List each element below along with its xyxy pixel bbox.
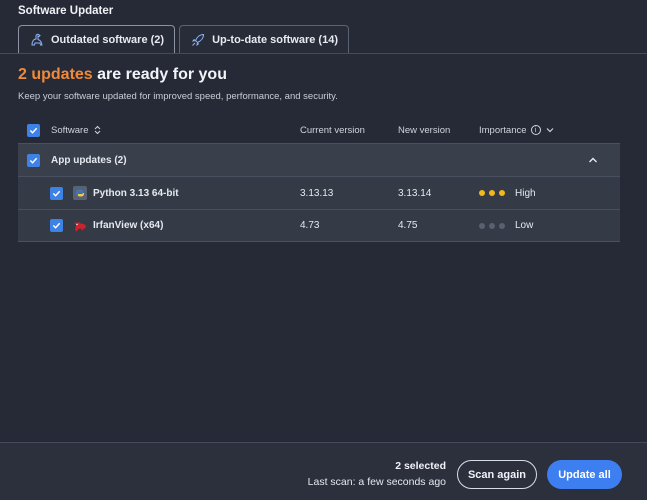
- group-row-app-updates[interactable]: App updates (2): [18, 143, 620, 176]
- irfanview-cat-icon: [74, 221, 86, 231]
- row-importance: High: [479, 188, 536, 199]
- importance-label: High: [515, 187, 536, 199]
- tab-up-to-date-label: Up-to-date software (14): [212, 33, 338, 46]
- page-headline: 2 updates are ready for you: [18, 66, 227, 84]
- info-icon[interactable]: i: [530, 125, 541, 135]
- headline-text: are ready for you: [92, 66, 227, 83]
- row-checkbox[interactable]: [50, 186, 63, 200]
- row-new-version: 3.13.14: [398, 187, 432, 199]
- importance-dot: [499, 190, 505, 196]
- tab-divider: [0, 53, 647, 54]
- importance-dot: [479, 222, 485, 229]
- row-current-version: 4.73: [300, 220, 320, 231]
- header-current-version: Current version: [300, 124, 365, 136]
- selected-count: 2 selected: [395, 460, 446, 472]
- importance-dot: [489, 190, 495, 196]
- row-importance: Low: [479, 220, 533, 231]
- header-software-col: Software: [18, 123, 300, 137]
- importance-label: Low: [515, 220, 534, 231]
- row-software-name: Python 3.13 64-bit: [93, 187, 179, 199]
- tab-up-to-date-software[interactable]: Up-to-date software (14): [179, 25, 349, 53]
- table-row[interactable]: IrfanView (x64) 4.73 4.75 Low: [18, 209, 620, 242]
- group-label: App updates (2): [51, 154, 127, 166]
- tab-outdated-software[interactable]: Outdated software (2): [18, 25, 176, 53]
- row-new-version: 4.75: [398, 220, 418, 231]
- last-scan-text: Last scan: a few seconds ago: [307, 476, 446, 488]
- importance-dots: [479, 190, 505, 196]
- row-name-cell: Python 3.13 64-bit: [18, 185, 300, 201]
- dinosaur-icon: [31, 33, 43, 45]
- table-row[interactable]: Python 3.13 64-bit 3.13.13 3.13.14 High: [18, 176, 620, 209]
- group-name-cell: App updates (2): [18, 153, 588, 167]
- group-checkbox[interactable]: [27, 153, 40, 167]
- row-current-version: 3.13.13: [300, 187, 334, 199]
- row-checkbox[interactable]: [50, 219, 63, 232]
- importance-dots: [479, 222, 505, 229]
- page-subtitle: Keep your software updated for improved …: [18, 91, 338, 102]
- rocket-icon: [191, 33, 205, 46]
- python-icon: [73, 186, 87, 200]
- chevron-down-icon: [546, 128, 553, 133]
- importance-dot: [479, 190, 485, 196]
- chevron-up-icon[interactable]: [588, 156, 598, 164]
- row-software-name: IrfanView (x64): [93, 220, 164, 231]
- header-new-version: New version: [398, 124, 451, 136]
- tab-bar: Outdated software (2) Up-to-date softwar…: [18, 25, 349, 53]
- update-all-button[interactable]: Update all: [547, 460, 622, 489]
- app-title: Software Updater: [18, 5, 114, 17]
- headline-update-count: 2 updates: [18, 66, 93, 83]
- checkmark-icon: [29, 157, 38, 164]
- row-name-cell: IrfanView (x64): [18, 218, 300, 234]
- footer-bar: 2 selected Last scan: a few seconds ago …: [0, 442, 647, 500]
- select-all-checkbox[interactable]: [27, 123, 40, 137]
- header-importance[interactable]: Importance i: [479, 125, 554, 136]
- header-software-label[interactable]: Software: [51, 125, 89, 136]
- scan-again-button[interactable]: Scan again: [457, 460, 537, 489]
- checkmark-icon: [52, 190, 61, 197]
- checkmark-icon: [29, 127, 38, 134]
- sort-icon[interactable]: [93, 125, 102, 135]
- importance-dot: [489, 222, 495, 229]
- software-table: Software Current version New version Imp…: [18, 117, 620, 242]
- checkmark-icon: [52, 222, 61, 229]
- table-header: Software Current version New version Imp…: [18, 117, 620, 143]
- tab-outdated-label: Outdated software (2): [51, 33, 165, 46]
- header-importance-label: Importance: [479, 124, 527, 136]
- importance-dot: [499, 222, 505, 229]
